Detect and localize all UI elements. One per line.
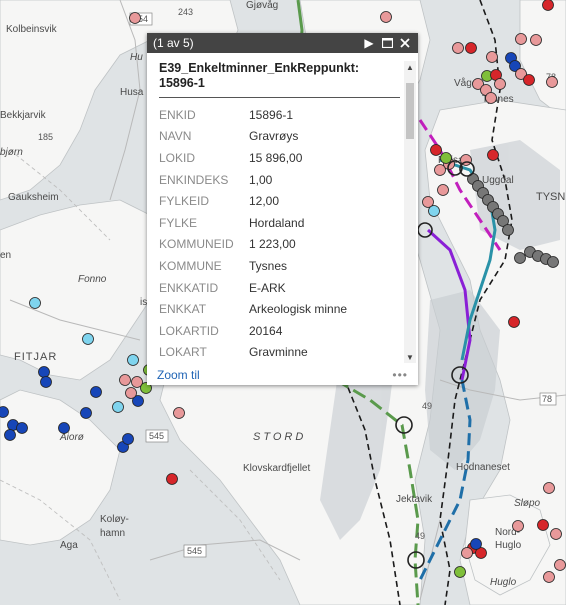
place-label: Uggdal bbox=[482, 175, 514, 186]
place-label: TYSN bbox=[536, 191, 565, 203]
place-label: Gauksheim bbox=[8, 192, 59, 203]
attribute-value: Arkeologisk minne bbox=[249, 302, 348, 317]
attribute-key: ENKKAT bbox=[159, 302, 207, 317]
place-label: bjørn bbox=[0, 147, 23, 158]
scrollbar-thumb[interactable] bbox=[406, 83, 414, 139]
attribute-key: NAVN bbox=[159, 129, 192, 144]
popup-header: (1 av 5) ▶ bbox=[147, 33, 418, 53]
attribute-row: KOMMUNE Tysnes bbox=[159, 255, 347, 277]
attribute-value: Hordaland bbox=[249, 215, 305, 230]
place-label: Fonno bbox=[78, 274, 107, 285]
attribute-value: 15 896,00 bbox=[249, 150, 303, 165]
attribute-key: KOMMUNEID bbox=[159, 237, 234, 252]
road-label: 78 bbox=[542, 394, 552, 404]
popup-content: E39_Enkeltminner_EnkReppunkt: 15896-1 EN… bbox=[159, 61, 400, 365]
attribute-value: 12,00 bbox=[249, 194, 280, 209]
attribute-key: ENKINDEKS bbox=[159, 172, 229, 187]
place-label: Koløy- bbox=[100, 514, 129, 525]
place-label: Huglo bbox=[490, 577, 517, 588]
place-label: Aga bbox=[60, 540, 78, 551]
place-label: hamn bbox=[100, 528, 125, 539]
attribute-row: KOMMUNEID 1 223,00 bbox=[159, 234, 347, 256]
place-label: Kolbeinsvik bbox=[6, 24, 58, 35]
attribute-key: ENKID bbox=[159, 107, 196, 122]
popup-scrollbar[interactable]: ▲ ▼ bbox=[404, 61, 416, 363]
attribute-row: ENKINDEKS 1,00 bbox=[159, 169, 347, 191]
popup-footer: Zoom til ••• bbox=[147, 365, 418, 385]
road-label: 545 bbox=[149, 431, 164, 441]
attribute-key: LOKARTID bbox=[159, 323, 219, 338]
place-label: Husa bbox=[120, 87, 144, 98]
road-label: 49 bbox=[415, 531, 425, 541]
more-options-icon[interactable]: ••• bbox=[392, 368, 408, 382]
attribute-row: FYLKEID 12,00 bbox=[159, 190, 347, 212]
place-label: Hu bbox=[130, 52, 143, 63]
attribute-value: 15896-1 bbox=[249, 107, 294, 122]
attribute-row: NAVN Gravrøys bbox=[159, 126, 347, 148]
attribute-row: FYLKE Hordaland bbox=[159, 212, 347, 234]
scroll-up-icon[interactable]: ▲ bbox=[404, 61, 416, 73]
road-label: 545 bbox=[187, 546, 202, 556]
scroll-down-icon[interactable]: ▼ bbox=[404, 351, 416, 363]
attribute-key: LOKART bbox=[159, 345, 207, 360]
attribute-key: FYLKE bbox=[159, 215, 198, 230]
attribute-row: ENKKATID E-ARK bbox=[159, 277, 347, 299]
attribute-key: ENKKATID bbox=[159, 280, 219, 295]
place-label: STORD bbox=[253, 431, 306, 443]
attribute-key: FYLKEID bbox=[159, 194, 210, 209]
popup-body[interactable]: E39_Enkeltminner_EnkReppunkt: 15896-1 EN… bbox=[147, 53, 418, 365]
attribute-value: Tysnes bbox=[249, 258, 288, 273]
attribute-table: ENKID 15896-1 NAVN Gravrøys LOKID 15 896,00… bbox=[159, 104, 347, 365]
place-label: Jektavik bbox=[396, 494, 433, 505]
attribute-value: E-ARK bbox=[249, 280, 286, 295]
close-icon[interactable] bbox=[396, 34, 414, 52]
place-label: Sløpo bbox=[514, 498, 541, 509]
attribute-value: 1 223,00 bbox=[249, 237, 296, 252]
popup-count: (1 av 5) bbox=[153, 36, 194, 50]
place-label: Huglo bbox=[495, 540, 522, 551]
place-label: Hodnaneset bbox=[456, 462, 510, 473]
place-label: Bekkjarvik bbox=[0, 110, 47, 121]
place-label: Klovskardfjellet bbox=[243, 463, 310, 474]
feature-popup: (1 av 5) ▶ E39_Enkeltminner_EnkReppunkt:… bbox=[147, 33, 418, 385]
attribute-key: LOKID bbox=[159, 150, 196, 165]
zoom-to-link[interactable]: Zoom til bbox=[157, 368, 392, 382]
attribute-row: ENKID 15896-1 bbox=[159, 104, 347, 126]
maximize-icon[interactable] bbox=[378, 34, 396, 52]
place-label: en bbox=[0, 250, 11, 261]
attribute-row: LOKID 15 896,00 bbox=[159, 147, 347, 169]
road-label: 185 bbox=[38, 132, 53, 142]
attribute-row: LOKARTID 20164 bbox=[159, 320, 347, 342]
attribute-value: Gravrøys bbox=[249, 129, 299, 144]
attribute-key: KOMMUNE bbox=[159, 258, 222, 273]
attribute-value: Gravminne bbox=[249, 345, 308, 360]
place-label: FITJAR bbox=[14, 351, 57, 363]
attribute-value: 20164 bbox=[249, 323, 283, 338]
popup-title: E39_Enkeltminner_EnkReppunkt: 15896-1 bbox=[159, 61, 400, 98]
road-label: 49 bbox=[422, 401, 432, 411]
place-label: Gjøvåg bbox=[246, 0, 278, 11]
attribute-row: ENKKAT Arkeologisk minne bbox=[159, 298, 347, 320]
attribute-value: 1,00 bbox=[249, 172, 273, 187]
road-label: 243 bbox=[178, 7, 193, 17]
attribute-row: LOKART Gravminne bbox=[159, 342, 347, 364]
next-arrow-icon[interactable]: ▶ bbox=[360, 34, 378, 52]
